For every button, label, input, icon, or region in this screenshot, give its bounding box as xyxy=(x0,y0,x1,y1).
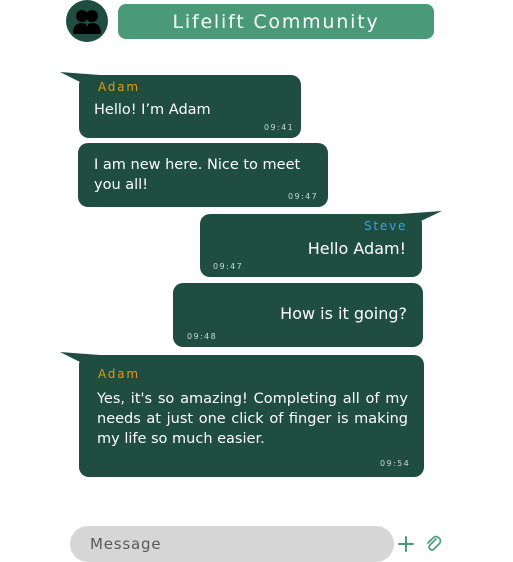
sender-name: Steve xyxy=(364,219,408,233)
message-time: 09:54 xyxy=(380,459,411,468)
paperclip-icon[interactable] xyxy=(424,533,442,553)
message-text: Yes, it's so amazing! Completing all of … xyxy=(97,391,408,447)
message-text: I am new here. Nice to meet you all! xyxy=(94,157,301,193)
sender-name: Adam xyxy=(98,80,140,94)
plus-icon[interactable] xyxy=(397,535,415,553)
message-time: 09:41 xyxy=(264,123,295,132)
message-text: How is it going? xyxy=(280,304,407,323)
message-time: 09:47 xyxy=(213,262,244,271)
message-text: Hello! I’m Adam xyxy=(94,102,211,118)
message-bubble[interactable]: Adam Yes, it's so amazing! Completing al… xyxy=(79,355,424,477)
chat-title: Lifelift Community xyxy=(118,4,434,39)
message-bubble[interactable]: Adam Hello! I’m Adam 09:41 xyxy=(79,75,301,138)
message-input[interactable]: Message xyxy=(70,526,394,562)
message-bubble[interactable]: I am new here. Nice to meet you all! 09:… xyxy=(78,143,328,207)
group-users-icon xyxy=(73,10,101,34)
message-time: 09:47 xyxy=(288,192,319,201)
message-text: Hello Adam! xyxy=(307,239,406,258)
message-bubble[interactable]: How is it going? 09:48 xyxy=(173,283,423,347)
message-bubble[interactable]: Steve Hello Adam! 09:47 xyxy=(200,214,422,277)
group-avatar[interactable] xyxy=(66,0,108,42)
message-time: 09:48 xyxy=(187,332,218,341)
sender-name: Adam xyxy=(98,367,140,381)
